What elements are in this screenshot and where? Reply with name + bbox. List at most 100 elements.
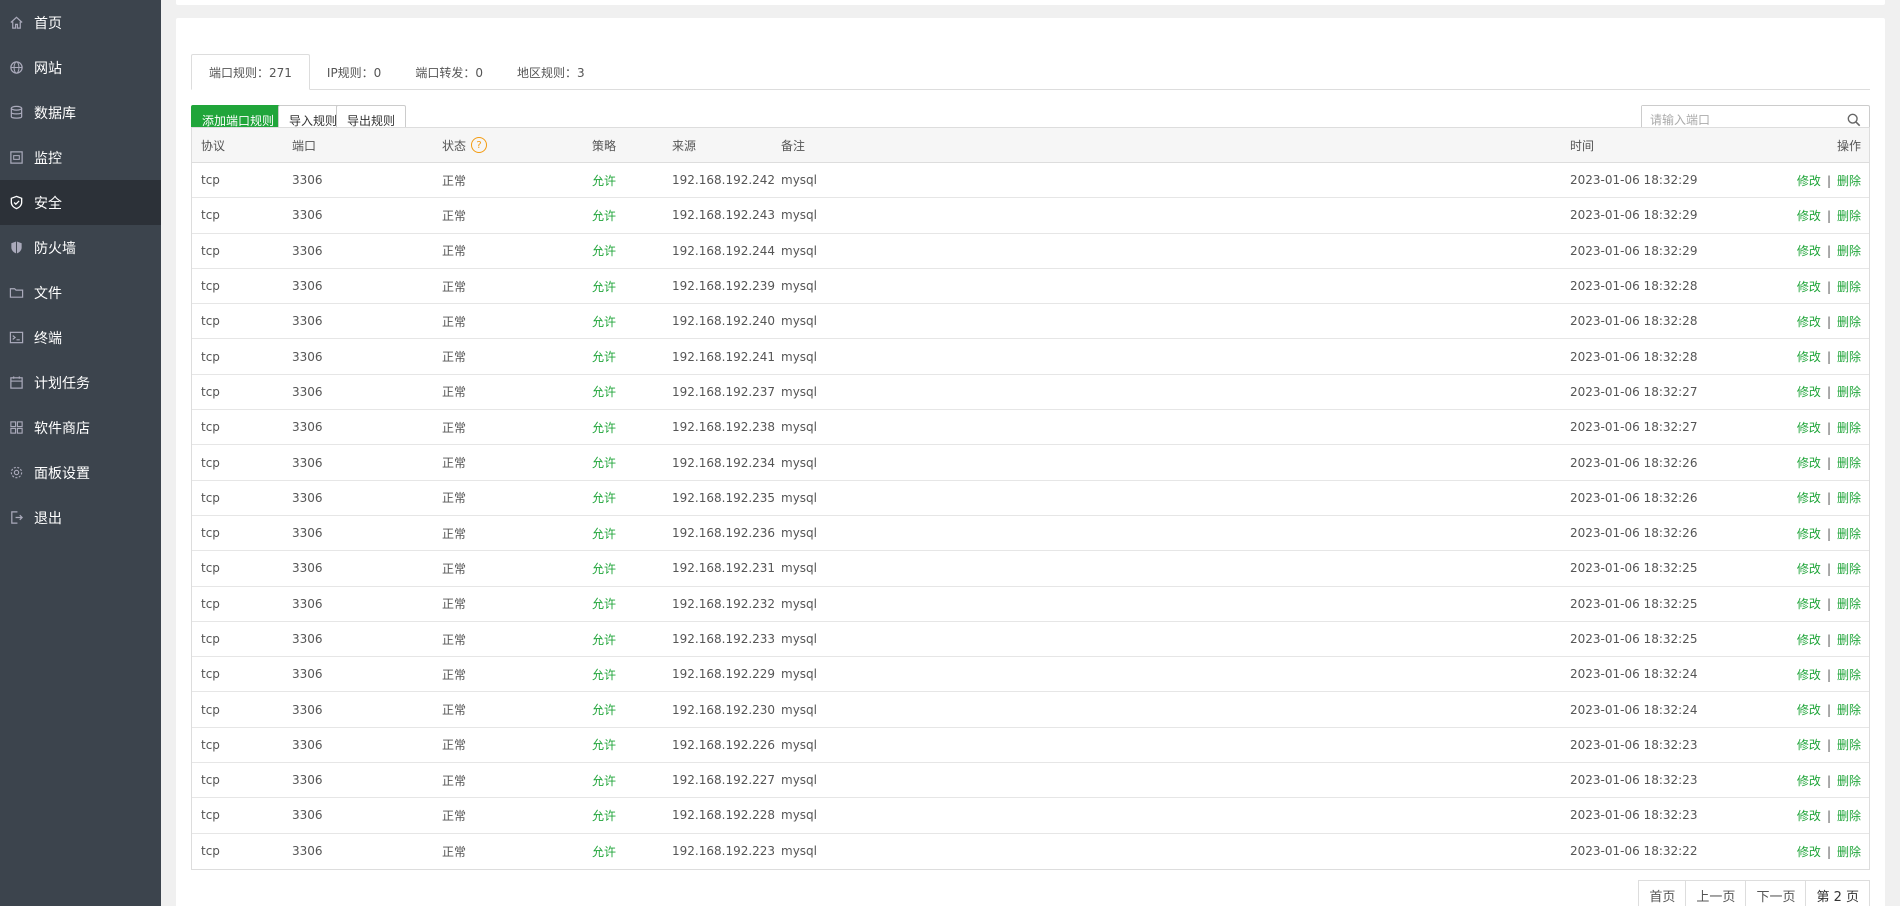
delete-link[interactable]: 删除 <box>1837 280 1861 294</box>
edit-link[interactable]: 修改 <box>1797 456 1821 470</box>
edit-link[interactable]: 修改 <box>1797 774 1821 788</box>
cell-status: 正常 <box>442 738 467 753</box>
edit-link[interactable]: 修改 <box>1797 315 1821 329</box>
edit-link[interactable]: 修改 <box>1797 174 1821 188</box>
sidebar-item-5[interactable]: 防火墙 <box>0 225 161 270</box>
shield-icon <box>8 195 24 211</box>
cell-port: 3306 <box>292 279 323 294</box>
cell-actions: 修改 | 删除 <box>1770 278 1869 295</box>
delete-link[interactable]: 删除 <box>1837 456 1861 470</box>
delete-link[interactable]: 删除 <box>1837 597 1861 611</box>
edit-link[interactable]: 修改 <box>1797 845 1821 859</box>
cell-port: 3306 <box>292 314 323 329</box>
prev-page-button[interactable]: 上一页 <box>1685 880 1747 906</box>
cell-source: 192.168.192.241 <box>672 349 776 364</box>
cell-time: 2023-01-06 18:32:29 <box>1570 173 1698 188</box>
delete-link[interactable]: 删除 <box>1837 527 1861 541</box>
sidebar-item-6[interactable]: 文件 <box>0 270 161 315</box>
sidebar-item-label: 退出 <box>34 510 62 527</box>
cell-policy: 允许 <box>592 244 617 259</box>
cell-source: 192.168.192.242 <box>672 173 776 188</box>
firewall-icon <box>8 240 24 256</box>
sidebar-item-8[interactable]: 计划任务 <box>0 360 161 405</box>
edit-link[interactable]: 修改 <box>1797 703 1821 717</box>
sidebar-item-1[interactable]: 网站 <box>0 45 161 90</box>
sidebar-item-0[interactable]: 首页 <box>0 0 161 45</box>
delete-link[interactable]: 删除 <box>1837 491 1861 505</box>
cell-protocol: tcp <box>201 490 220 505</box>
cell-time: 2023-01-06 18:32:25 <box>1570 561 1698 576</box>
sidebar-item-9[interactable]: 软件商店 <box>0 405 161 450</box>
cell-note: mysql <box>781 208 817 223</box>
help-icon[interactable]: ? <box>471 137 488 153</box>
edit-link[interactable]: 修改 <box>1797 738 1821 752</box>
cell-source: 192.168.192.240 <box>672 314 776 329</box>
edit-link[interactable]: 修改 <box>1797 491 1821 505</box>
delete-link[interactable]: 删除 <box>1837 668 1861 682</box>
cell-time: 2023-01-06 18:32:28 <box>1570 349 1698 364</box>
cell-protocol: tcp <box>201 632 220 646</box>
edit-link[interactable]: 修改 <box>1797 633 1821 647</box>
delete-link[interactable]: 删除 <box>1837 421 1861 435</box>
sidebar-item-11[interactable]: 退出 <box>0 495 161 540</box>
edit-link[interactable]: 修改 <box>1797 668 1821 682</box>
delete-link[interactable]: 删除 <box>1837 562 1861 576</box>
delete-link[interactable]: 删除 <box>1837 774 1861 788</box>
edit-link[interactable]: 修改 <box>1797 244 1821 258</box>
sidebar-item-4[interactable]: 安全 <box>0 180 161 225</box>
delete-link[interactable]: 删除 <box>1837 845 1861 859</box>
tab-3[interactable]: 地区规则：3 <box>500 54 602 90</box>
edit-link[interactable]: 修改 <box>1797 421 1821 435</box>
cell-status: 正常 <box>442 597 467 612</box>
cell-time: 2023-01-06 18:32:23 <box>1570 808 1698 823</box>
cell-note: mysql <box>781 420 817 435</box>
header-policy: 策略 <box>592 138 617 153</box>
cell-protocol: tcp <box>201 702 220 717</box>
edit-link[interactable]: 修改 <box>1797 597 1821 611</box>
sidebar-item-2[interactable]: 数据库 <box>0 90 161 135</box>
cell-time: 2023-01-06 18:32:25 <box>1570 632 1698 646</box>
delete-link[interactable]: 删除 <box>1837 174 1861 188</box>
tab-0[interactable]: 端口规则：271 <box>191 54 310 90</box>
cell-note: mysql <box>781 808 817 823</box>
delete-link[interactable]: 删除 <box>1837 703 1861 717</box>
folder-icon <box>8 285 24 301</box>
edit-link[interactable]: 修改 <box>1797 809 1821 823</box>
tab-2[interactable]: 端口转发：0 <box>398 54 500 90</box>
next-page-button[interactable]: 下一页 <box>1745 880 1807 906</box>
delete-link[interactable]: 删除 <box>1837 385 1861 399</box>
sidebar-item-10[interactable]: 面板设置 <box>0 450 161 495</box>
cell-status: 正常 <box>442 703 467 718</box>
cell-time: 2023-01-06 18:32:27 <box>1570 420 1698 435</box>
tab-1[interactable]: IP规则：0 <box>310 54 398 90</box>
cell-actions: 修改 | 删除 <box>1770 631 1869 648</box>
action-separator: | <box>1826 350 1831 365</box>
sidebar-item-7[interactable]: 终端 <box>0 315 161 360</box>
cell-actions: 修改 | 删除 <box>1770 313 1869 330</box>
edit-link[interactable]: 修改 <box>1797 280 1821 294</box>
home-icon <box>8 15 24 31</box>
delete-link[interactable]: 删除 <box>1837 350 1861 364</box>
database-icon <box>8 105 24 121</box>
delete-link[interactable]: 删除 <box>1837 633 1861 647</box>
edit-link[interactable]: 修改 <box>1797 209 1821 223</box>
delete-link[interactable]: 删除 <box>1837 244 1861 258</box>
cell-port: 3306 <box>292 526 323 541</box>
cell-port: 3306 <box>292 208 323 223</box>
sidebar-item-3[interactable]: 监控 <box>0 135 161 180</box>
action-separator: | <box>1826 173 1831 188</box>
edit-link[interactable]: 修改 <box>1797 527 1821 541</box>
edit-link[interactable]: 修改 <box>1797 562 1821 576</box>
cell-actions: 修改 | 删除 <box>1770 843 1869 860</box>
cell-status: 正常 <box>442 279 467 294</box>
delete-link[interactable]: 删除 <box>1837 209 1861 223</box>
cell-protocol: tcp <box>201 455 220 470</box>
cell-actions: 修改 | 删除 <box>1770 348 1869 365</box>
terminal-icon <box>8 330 24 346</box>
edit-link[interactable]: 修改 <box>1797 385 1821 399</box>
first-page-button[interactable]: 首页 <box>1638 880 1687 906</box>
delete-link[interactable]: 删除 <box>1837 809 1861 823</box>
delete-link[interactable]: 删除 <box>1837 738 1861 752</box>
edit-link[interactable]: 修改 <box>1797 350 1821 364</box>
delete-link[interactable]: 删除 <box>1837 315 1861 329</box>
